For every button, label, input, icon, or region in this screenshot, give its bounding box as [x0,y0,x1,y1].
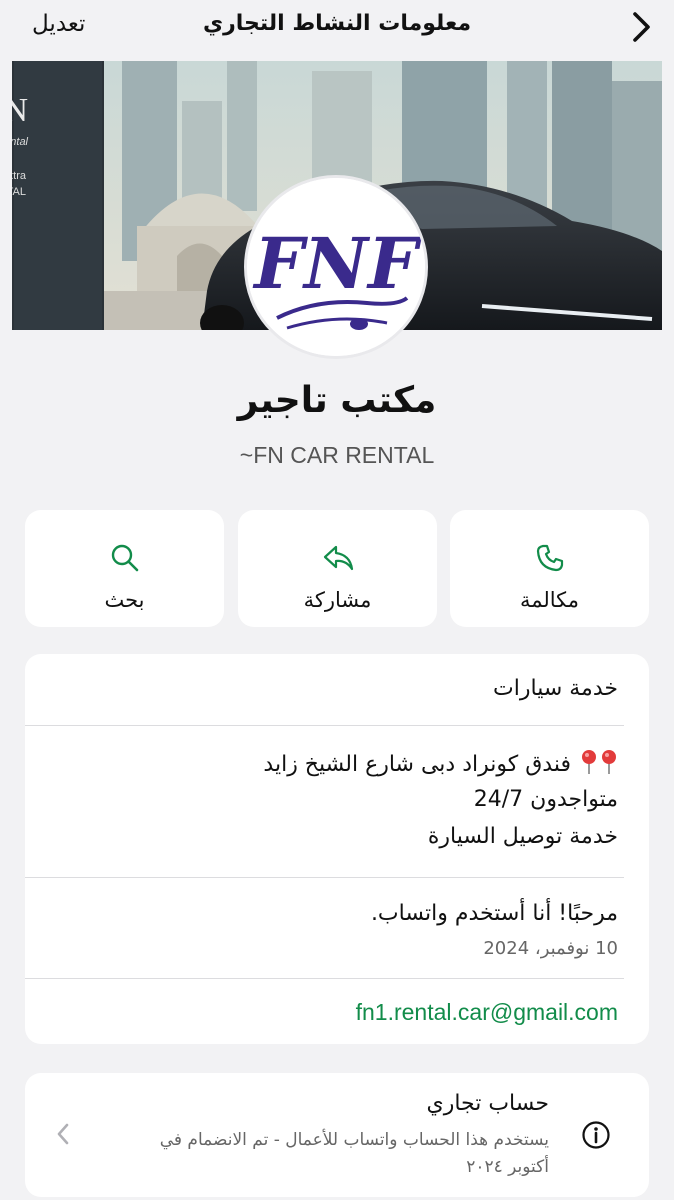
business-info-card: خدمة سيارات فندق كونراد دبى شارع الشيخ ز… [25,654,649,1044]
business-push-name: ~FN CAR RENTAL [239,442,435,468]
profile-avatar[interactable]: FNF [244,175,428,359]
pin-icon [582,750,596,774]
business-description-line2: متواجدون 24/7 [473,787,618,812]
info-icon [582,1121,610,1149]
phone-icon [536,544,563,572]
email-link[interactable]: fn1.rental.car@gmail.com [356,999,618,1026]
search-button[interactable]: بحث [25,510,224,627]
business-category: خدمة سيارات [493,676,618,701]
search-icon [111,544,138,572]
pin-icon [602,750,616,774]
business-description-line3: خدمة توصيل السيارة [427,824,618,849]
about-date: 10 نوفمبر، 2024 [483,938,618,959]
description-text-line1: فندق كونراد دبى شارع الشيخ زايد [263,752,571,777]
cover-sign-subtitle: Car Rental [12,136,29,148]
business-account-subtitle-line1: يستخدم هذا الحساب واتساب للأعمال - تم ال… [159,1130,549,1150]
business-account-title: حساب تجاري [426,1091,549,1116]
call-button[interactable]: مكالمة [450,510,649,627]
about-text: مرحبًا! أنا أستخدم واتساب. [370,901,618,926]
top-navigation-bar: معلومات النشاط التجاري تعديل [0,0,674,54]
share-button[interactable]: مشاركة [238,510,437,627]
logo-text: FNF [252,222,422,305]
share-label: مشاركة [303,588,372,612]
search-label: بحث [104,588,145,612]
business-account-subtitle-line2: أكتوبر ٢٠٢٤ [466,1157,549,1177]
call-label: مكالمة [519,588,580,612]
cover-sign-line4: RENTAL [12,186,26,198]
business-description-line1: فندق كونراد دبى شارع الشيخ زايد [263,749,618,777]
edit-button[interactable]: تعديل [32,11,85,37]
divider [25,978,624,979]
divider [25,725,624,726]
chevron-right-icon [57,1123,69,1145]
share-arrow-icon [323,545,353,571]
divider [25,877,624,878]
business-name: مكتب تاجير [237,380,437,421]
logo-image: FNF [247,178,425,356]
cover-sign-fn: FN [12,92,28,129]
business-account-row[interactable]: حساب تجاري يستخدم هذا الحساب واتساب للأع… [25,1073,649,1197]
page-title: معلومات النشاط التجاري [202,11,472,36]
cover-sign-line3: CAR Extra [12,170,27,182]
